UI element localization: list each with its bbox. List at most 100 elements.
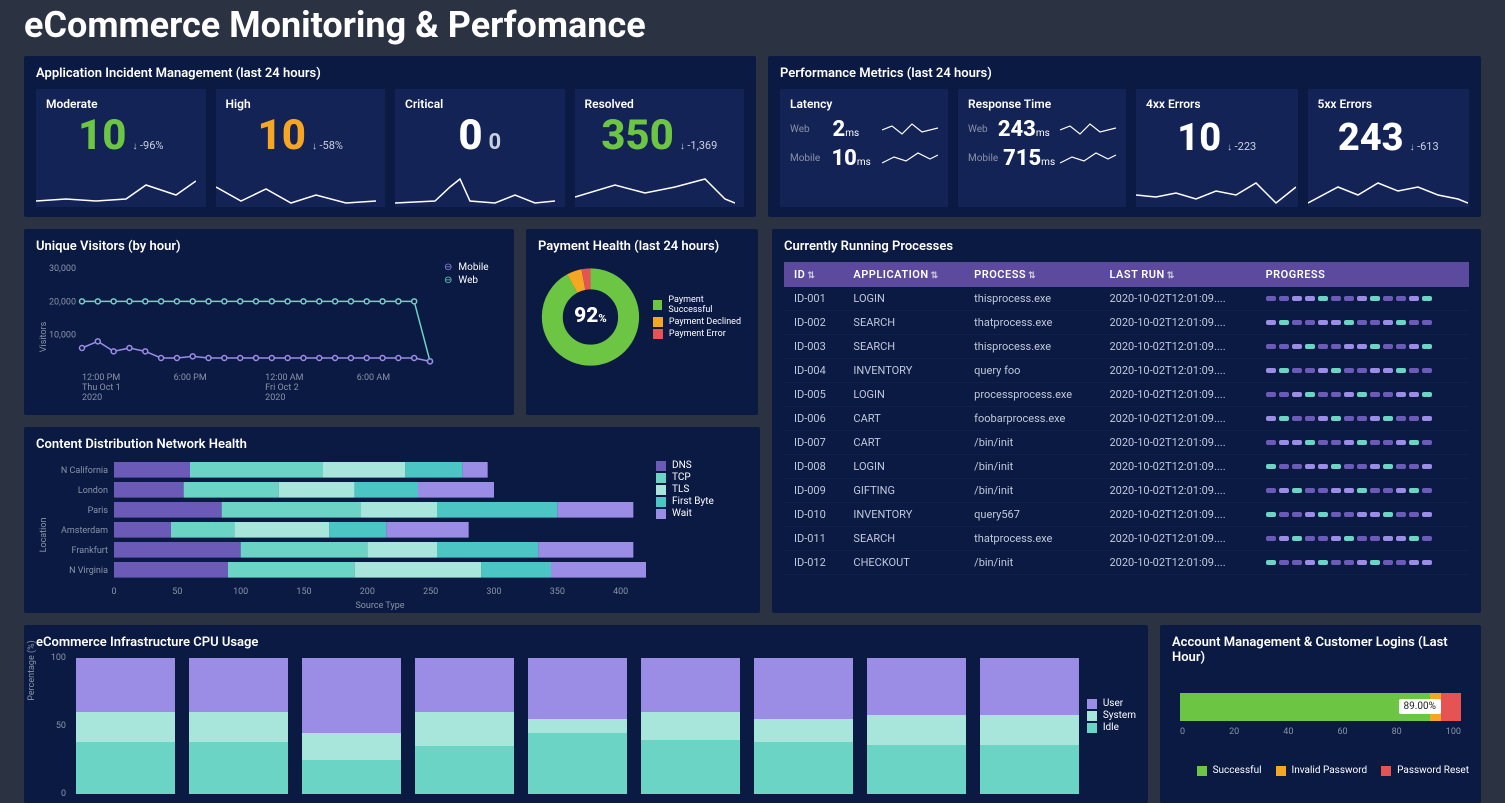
unique-visitors-chart: 10,00020,00030,000Visitors12:00 PMThu Oc… [36,262,436,412]
incident-label: Resolved [585,97,735,111]
svg-text:350: 350 [550,587,565,597]
table-row[interactable]: ID-008LOGIN/bin/init2020-10-02T12:01:09.… [784,455,1469,479]
svg-text:30,000: 30,000 [49,264,76,274]
table-row[interactable]: ID-005LOGINprocessprocess.exe2020-10-02T… [784,383,1469,407]
svg-text:2020: 2020 [82,393,102,403]
table-cell: SEARCH [843,527,964,551]
performance-panel: Performance Metrics (last 24 hours) Late… [768,56,1481,217]
table-row[interactable]: ID-010INVENTORYquery5672020-10-02T12:01:… [784,503,1469,527]
table-cell: /bin/init [964,551,1099,575]
legend-label: Mobile [458,262,488,273]
progress-cell [1256,527,1469,551]
table-cell: 2020-10-02T12:01:09.... [1099,479,1255,503]
axis-tick: 0 [1180,727,1185,737]
axis-tick: 40 [1283,727,1293,737]
incident-sparkline [575,175,735,207]
table-row[interactable]: ID-006CARTfoobarprocess.exe2020-10-02T12… [784,407,1469,431]
progress-cell [1256,503,1469,527]
cpu-bar [641,658,740,794]
table-cell: GIFTING [843,479,964,503]
legend-label: Wait [672,508,692,519]
table-cell: SEARCH [843,335,964,359]
progress-cell [1256,359,1469,383]
table-header[interactable]: PROGRESS [1256,262,1469,287]
svg-text:6:00 PM: 6:00 PM [174,373,207,383]
table-row[interactable]: ID-003SEARCHthisprocess.exe2020-10-02T12… [784,335,1469,359]
incident-label: Critical [405,97,555,111]
progress-cell [1256,311,1469,335]
cpu-bar [302,658,401,794]
legend-label: TCP [672,472,691,483]
legend-label: First Byte [672,496,714,507]
table-cell: LOGIN [843,455,964,479]
legend-label: TLS [672,484,689,495]
table-cell: 2020-10-02T12:01:09.... [1099,383,1255,407]
cpu-legend: UserSystemIdle [1087,658,1136,794]
legend-label: DNS [672,460,692,471]
table-header[interactable]: ID⇅ [784,262,843,287]
legend-label: System [1103,710,1136,721]
incident-delta: 0 [489,130,502,155]
table-cell: /bin/init [964,479,1099,503]
incident-value: 10 [258,115,306,157]
4xx-value: 10 [1177,119,1221,157]
sort-icon: ⇅ [1167,271,1175,281]
legend-label: User [1103,698,1123,709]
incident-label: High [226,97,376,111]
svg-text:2020: 2020 [265,393,285,403]
legend-label: Idle [1103,722,1119,733]
progress-cell [1256,383,1469,407]
table-cell: 2020-10-02T12:01:09.... [1099,551,1255,575]
svg-text:200: 200 [360,587,375,597]
table-cell: ID-003 [784,335,843,359]
table-row[interactable]: ID-012CHECKOUT/bin/init2020-10-02T12:01:… [784,551,1469,575]
logins-panel: Account Management & Customer Logins (La… [1160,625,1481,803]
table-row[interactable]: ID-001LOGINthisprocess.exe2020-10-02T12:… [784,287,1469,311]
table-header[interactable]: LAST RUN⇅ [1099,262,1255,287]
table-cell: thatprocess.exe [964,311,1099,335]
perf-sublabel: Mobile [968,153,998,164]
payment-health-panel: Payment Health (last 24 hours) 92% Payme… [526,229,758,415]
perf-sublabel: Web [790,124,810,135]
perf-sparkline [1060,149,1116,169]
table-row[interactable]: ID-004INVENTORYquery foo2020-10-02T12:01… [784,359,1469,383]
response-label: Response Time [968,97,1116,111]
incidents-panel: Application Incident Management (last 24… [24,56,756,217]
table-cell: 2020-10-02T12:01:09.... [1099,335,1255,359]
table-header[interactable]: APPLICATION⇅ [843,262,964,287]
progress-cell [1256,335,1469,359]
table-cell: LOGIN [843,383,964,407]
svg-text:6:00 AM: 6:00 AM [357,373,390,383]
perf-sparkline [882,149,938,169]
svg-text:Fri Oct 2: Fri Oct 2 [265,383,298,393]
table-cell: /bin/init [964,455,1099,479]
progress-cell [1256,455,1469,479]
4xx-sparkline [1136,175,1296,207]
table-row[interactable]: ID-007CART/bin/init2020-10-02T12:01:09..… [784,431,1469,455]
table-cell: 2020-10-02T12:01:09.... [1099,287,1255,311]
svg-text:12:00 AM: 12:00 AM [265,373,304,383]
incident-value: 0 [458,115,482,157]
cpu-bar [754,658,853,794]
cpu-title: eCommerce Infrastructure CPU Usage [36,635,1136,650]
svg-text:Location: Location [39,518,49,553]
perf-value: 2ms [833,117,860,142]
incident-value: 10 [78,115,126,157]
5xx-sparkline [1308,175,1468,207]
table-cell: ID-010 [784,503,843,527]
cpu-bar [528,658,627,794]
incident-card-resolved: Resolved 350 -1,369 [575,89,745,207]
4xx-card: 4xx Errors 10 -223 [1136,89,1298,207]
table-row[interactable]: ID-011SEARCHthatprocess.exe2020-10-02T12… [784,527,1469,551]
5xx-label: 5xx Errors [1318,97,1460,111]
table-row[interactable]: ID-009GIFTING/bin/init2020-10-02T12:01:0… [784,479,1469,503]
table-cell: CART [843,407,964,431]
table-header[interactable]: PROCESS⇅ [964,262,1099,287]
table-cell: LOGIN [843,287,964,311]
table-row[interactable]: ID-002SEARCHthatprocess.exe2020-10-02T12… [784,311,1469,335]
processes-table: ID⇅APPLICATION⇅PROCESS⇅LAST RUN⇅PROGRESS… [784,262,1469,575]
legend-label: Invalid Password [1292,765,1368,776]
svg-text:Thu Oct 1: Thu Oct 1 [82,383,121,393]
unique-visitors-title: Unique Visitors (by hour) [36,239,502,254]
table-cell: 2020-10-02T12:01:09.... [1099,431,1255,455]
